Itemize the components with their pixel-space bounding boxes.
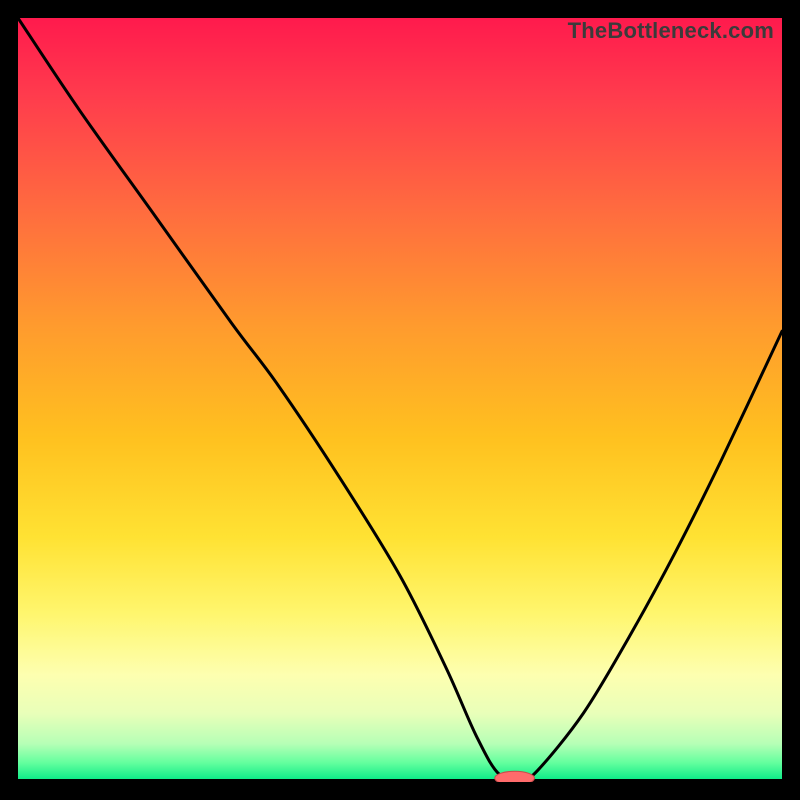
bottleneck-curve-svg [18, 18, 782, 782]
gradient-plot-area: TheBottleneck.com [18, 18, 782, 782]
chart-frame: TheBottleneck.com [0, 0, 800, 800]
bottleneck-curve-path [18, 18, 782, 779]
optimal-marker [495, 771, 535, 782]
